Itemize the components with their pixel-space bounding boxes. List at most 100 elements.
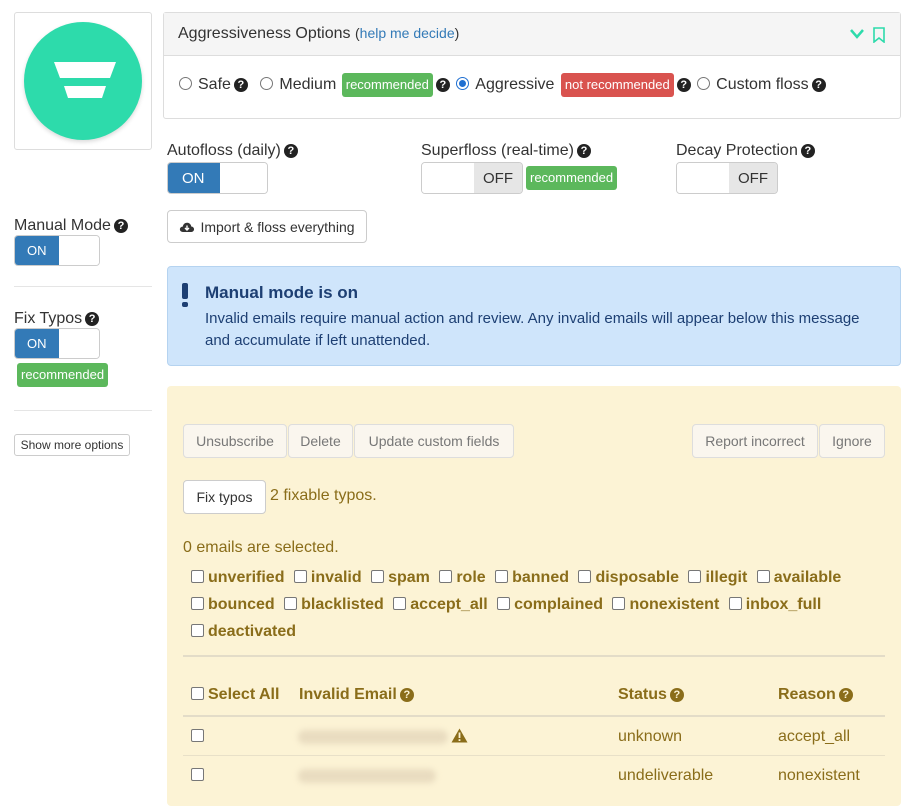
- autofloss-toggle[interactable]: ON: [167, 162, 268, 194]
- filter-checkbox[interactable]: [393, 597, 407, 610]
- row-reason: nonexistent: [778, 767, 860, 784]
- help-icon[interactable]: ?: [676, 78, 691, 92]
- aggressive-radio[interactable]: [456, 77, 470, 90]
- help-me-decide-link[interactable]: help me decide: [360, 25, 455, 41]
- decay-protection-label: Decay Protection?: [676, 142, 815, 160]
- logo-mark-icon: [54, 62, 116, 98]
- fix-typos-button[interactable]: Fix typos: [183, 480, 266, 514]
- row-checkbox[interactable]: [191, 768, 204, 781]
- autofloss-label: Autofloss (daily)?: [167, 142, 298, 160]
- help-icon[interactable]: ?: [435, 78, 450, 92]
- filter-row: unverified invalid spam role banned disp…: [191, 569, 846, 587]
- aggressiveness-panel: Aggressiveness Options (help me decide) …: [163, 12, 901, 119]
- fixable-typos-count: 2 fixable typos.: [270, 487, 377, 504]
- alert-message: Invalid emails require manual action and…: [205, 310, 860, 349]
- help-icon[interactable]: ?: [576, 144, 591, 158]
- not-recommended-badge: not recommended: [560, 73, 674, 97]
- superfloss-toggle[interactable]: OFF: [421, 162, 523, 194]
- aggressiveness-header: Aggressiveness Options (help me decide): [164, 13, 900, 56]
- filter-available[interactable]: available: [756, 569, 841, 586]
- safe-radio[interactable]: [179, 77, 192, 90]
- help-icon[interactable]: ?: [113, 219, 128, 233]
- logo-box: [14, 12, 152, 150]
- delete-button[interactable]: Delete: [288, 424, 353, 458]
- filter-unverified[interactable]: unverified: [191, 569, 284, 586]
- help-icon[interactable]: ?: [233, 78, 248, 92]
- sidebar-divider: [14, 286, 152, 287]
- filter-deactivated[interactable]: deactivated: [191, 623, 296, 640]
- row-divider: [183, 755, 885, 756]
- ignore-button[interactable]: Ignore: [819, 424, 885, 458]
- filter-checkbox[interactable]: [578, 570, 592, 583]
- unsubscribe-button[interactable]: Unsubscribe: [183, 424, 287, 458]
- filter-checkbox[interactable]: [495, 570, 509, 583]
- chevron-down-icon[interactable]: [850, 29, 864, 39]
- table-header-border: [183, 715, 885, 717]
- blurred-email: [298, 730, 448, 744]
- filter-checkbox[interactable]: [191, 624, 204, 637]
- select-all-checkbox[interactable]: [191, 687, 204, 700]
- filter-illegit[interactable]: illegit: [688, 569, 747, 586]
- filter-accept-all[interactable]: accept_all: [393, 596, 488, 613]
- filter-blacklisted[interactable]: blacklisted: [284, 596, 384, 613]
- aggressiveness-title: Aggressiveness Options: [178, 25, 351, 42]
- fix-typos-toggle[interactable]: ON: [14, 328, 100, 359]
- option-safe[interactable]: Safe?: [179, 76, 248, 93]
- option-aggressive[interactable]: Aggressive not recommended?: [456, 73, 691, 97]
- row-reason: accept_all: [778, 728, 851, 745]
- exclamation-icon: [182, 283, 188, 307]
- filter-invalid[interactable]: invalid: [293, 569, 362, 586]
- report-incorrect-button[interactable]: Report incorrect: [692, 424, 818, 458]
- custom-floss-radio[interactable]: [697, 77, 711, 90]
- update-custom-fields-button[interactable]: Update custom fields: [354, 424, 514, 458]
- filter-checkbox[interactable]: [612, 597, 626, 610]
- help-icon[interactable]: ?: [669, 688, 684, 702]
- select-all[interactable]: Select All: [191, 686, 279, 704]
- warning-icon: [451, 728, 468, 743]
- recommended-badge: recommended: [341, 73, 433, 97]
- medium-radio[interactable]: [260, 77, 274, 90]
- filter-checkbox[interactable]: [439, 570, 453, 583]
- import-floss-button[interactable]: Import & floss everything: [167, 210, 367, 243]
- aggressiveness-options: Safe? Medium recommended? Aggressive not…: [179, 73, 826, 97]
- app-logo: [24, 22, 142, 140]
- help-icon[interactable]: ?: [811, 78, 826, 92]
- manual-mode-alert: Manual mode is on Invalid emails require…: [167, 266, 901, 366]
- filter-banned[interactable]: banned: [495, 569, 569, 586]
- filter-checkbox[interactable]: [191, 597, 204, 610]
- filter-disposable[interactable]: disposable: [578, 569, 679, 586]
- filter-complained[interactable]: complained: [497, 596, 603, 613]
- col-invalid-email: Invalid Email?: [299, 686, 414, 704]
- option-medium[interactable]: Medium recommended?: [260, 73, 450, 97]
- decay-protection-toggle[interactable]: OFF: [676, 162, 778, 194]
- filter-nonexistent[interactable]: nonexistent: [612, 596, 719, 613]
- manual-mode-toggle[interactable]: ON: [14, 235, 100, 266]
- filter-inbox-full[interactable]: inbox_full: [728, 596, 821, 613]
- filter-checkbox[interactable]: [371, 570, 385, 583]
- filter-checkbox[interactable]: [191, 570, 204, 583]
- show-more-options-button[interactable]: Show more options: [14, 434, 130, 456]
- filter-row: deactivated: [191, 623, 301, 641]
- help-icon[interactable]: ?: [283, 144, 298, 158]
- fix-typos-label: Fix Typos?: [14, 310, 100, 328]
- row-checkbox[interactable]: [191, 729, 204, 742]
- table-divider: [183, 655, 885, 657]
- filter-role[interactable]: role: [439, 569, 486, 586]
- alert-title: Manual mode is on: [205, 283, 359, 302]
- col-reason: Reason?: [778, 686, 853, 704]
- cloud-download-icon: [180, 222, 195, 232]
- filter-spam[interactable]: spam: [371, 569, 430, 586]
- help-icon[interactable]: ?: [838, 688, 853, 702]
- filter-checkbox[interactable]: [284, 597, 298, 610]
- filter-bounced[interactable]: bounced: [191, 596, 275, 613]
- filter-checkbox[interactable]: [497, 597, 511, 610]
- help-icon[interactable]: ?: [85, 312, 100, 326]
- filter-checkbox[interactable]: [688, 570, 702, 583]
- filter-checkbox[interactable]: [293, 570, 307, 583]
- filter-checkbox[interactable]: [756, 570, 770, 583]
- help-icon[interactable]: ?: [800, 144, 815, 158]
- option-custom-floss[interactable]: Custom floss?: [697, 76, 826, 93]
- bookmark-icon[interactable]: [873, 27, 885, 43]
- filter-checkbox[interactable]: [728, 597, 742, 610]
- help-icon[interactable]: ?: [399, 688, 414, 702]
